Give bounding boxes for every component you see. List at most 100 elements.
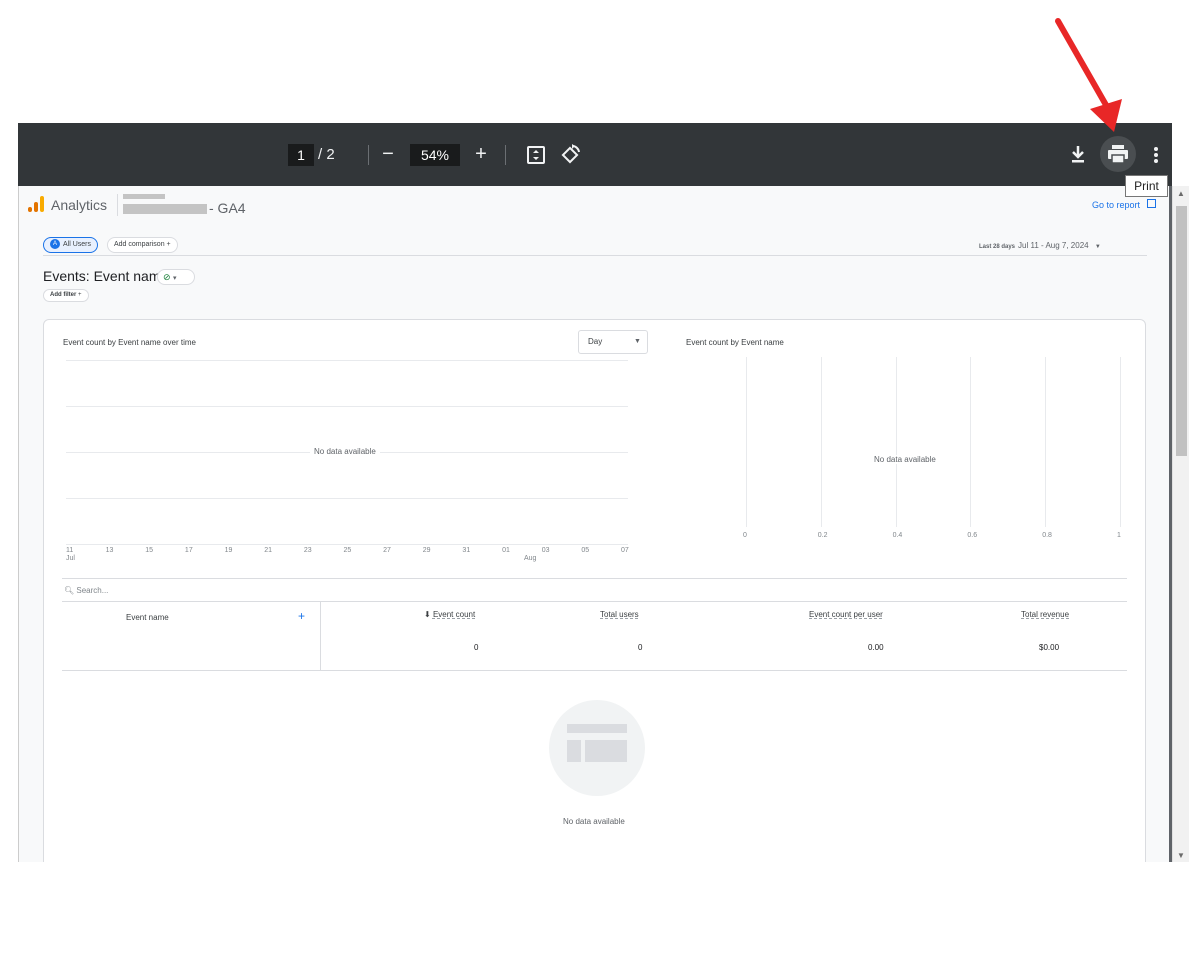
bar-chart-title: Event count by Event name xyxy=(686,338,784,347)
header-rule xyxy=(43,255,1147,256)
plus-icon: + xyxy=(78,292,82,298)
scroll-up-arrow-icon[interactable]: ▲ xyxy=(1177,189,1185,198)
property-suffix: - GA4 xyxy=(209,200,246,216)
zoom-input[interactable]: 54% xyxy=(410,144,460,166)
x-tick-label: 17 xyxy=(184,547,193,554)
bar-chart-gridline xyxy=(1120,357,1121,527)
x-tick-label: 29 xyxy=(422,547,431,554)
x-tick-label: 15 xyxy=(145,547,154,554)
gridline xyxy=(66,498,628,499)
line-chart-no-data: No data available xyxy=(310,447,380,456)
print-icon[interactable] xyxy=(1107,144,1129,164)
table-empty-text: No data available xyxy=(563,817,625,826)
rotate-icon[interactable] xyxy=(560,143,582,165)
more-vert-icon[interactable] xyxy=(1152,144,1160,166)
col-header-event-name[interactable]: Event name xyxy=(126,613,169,622)
col-header-event-count[interactable]: ⬇ Event count xyxy=(424,610,475,619)
search-input[interactable]: 🔍︎ Search... xyxy=(64,586,108,595)
x-tick-label: 03 xyxy=(541,547,550,554)
granularity-value: Day xyxy=(588,337,603,346)
fit-page-icon[interactable] xyxy=(526,145,546,165)
granularity-select[interactable]: Day ▼ xyxy=(578,330,648,354)
scroll-down-arrow-icon[interactable]: ▼ xyxy=(1177,851,1185,860)
vertical-scrollbar[interactable]: ▲ ▼ xyxy=(1172,186,1189,862)
plus-icon: + xyxy=(166,241,171,248)
document-viewport[interactable]: Analytics - GA4 Go to report A All Users … xyxy=(18,186,1172,862)
x-tick-label: 07 xyxy=(621,547,629,554)
analytics-logo-icon xyxy=(27,195,45,213)
redacted-account xyxy=(123,194,165,199)
toolbar-divider xyxy=(505,145,506,165)
bar-chart-gridline xyxy=(1045,357,1047,527)
bar-x-tick-label: 0.4 xyxy=(892,532,903,539)
total-event-count: 0 xyxy=(474,643,479,652)
bar-x-tick-label: 0.2 xyxy=(817,532,828,539)
total-users: 0 xyxy=(638,643,643,652)
gridline xyxy=(66,406,628,407)
column-divider xyxy=(320,601,321,670)
redacted-property xyxy=(123,204,207,214)
bar-chart-gridline xyxy=(746,357,747,527)
x-tick-label: 13 xyxy=(105,547,114,554)
month-label-jul: Jul xyxy=(66,555,75,562)
bar-chart-gridline xyxy=(895,357,897,527)
print-tooltip: Print xyxy=(1125,175,1168,197)
table-rule xyxy=(62,601,1127,602)
gridline xyxy=(66,544,628,545)
x-tick-label: 21 xyxy=(264,547,272,554)
add-filter-button[interactable]: Add filter + xyxy=(43,289,89,302)
date-range-value: Jul 11 - Aug 7, 2024 xyxy=(1018,241,1089,250)
x-tick-label: 31 xyxy=(462,547,471,554)
add-comparison-button[interactable]: Add comparison + xyxy=(107,237,178,253)
report-card: Event count by Event name over time Day ▼… xyxy=(43,319,1146,862)
chevron-down-icon: ▼ xyxy=(1094,244,1101,250)
x-tick-label: 27 xyxy=(383,547,391,554)
add-filter-label: Add filter xyxy=(50,292,77,298)
go-to-report-link[interactable]: Go to report xyxy=(1092,200,1140,210)
empty-state-illustration xyxy=(549,700,645,796)
x-tick-label: 23 xyxy=(303,547,312,554)
sort-desc-icon: ⬇ xyxy=(424,610,431,619)
table-rule xyxy=(62,578,1127,579)
bar-x-tick-label: 0 xyxy=(743,532,747,539)
annotation-arrow-icon xyxy=(1055,18,1122,132)
page-number-input[interactable]: 1 xyxy=(288,144,314,166)
total-revenue: $0.00 xyxy=(1039,643,1060,652)
bar-x-tick-label: 0.8 xyxy=(1042,532,1052,539)
verified-status-chip[interactable]: ⊘ ▾ xyxy=(157,269,195,285)
x-tick-label: 11 xyxy=(66,547,74,554)
bar-chart-gridline xyxy=(970,357,972,527)
toolbar-divider xyxy=(368,145,369,165)
col-header-event-count-label: Event count xyxy=(432,610,476,619)
line-chart-title: Event count by Event name over time xyxy=(63,338,196,347)
bar-chart-gridline xyxy=(820,357,822,527)
x-tick-label: 05 xyxy=(581,547,590,554)
x-tick-label: 01 xyxy=(502,547,510,554)
x-tick-label: 19 xyxy=(224,547,233,554)
external-link-icon[interactable] xyxy=(1147,199,1156,208)
page-title: Events: Event name xyxy=(43,268,169,284)
gridline xyxy=(66,360,628,361)
app-name: Analytics xyxy=(51,197,108,213)
col-header-total-revenue[interactable]: Total revenue xyxy=(1021,610,1069,619)
search-icon: 🔍︎ xyxy=(64,586,75,595)
all-users-label: All Users xyxy=(63,241,92,248)
segment-badge: A xyxy=(50,239,60,249)
chevron-down-icon: ▼ xyxy=(634,338,641,345)
pdf-toolbar: 1 / 2 − 54% + xyxy=(18,123,1172,186)
zoom-out-button[interactable]: − xyxy=(378,142,398,166)
add-dimension-button[interactable]: + xyxy=(298,609,305,623)
date-range-prefix: Last 28 days xyxy=(979,244,1016,250)
page-total: / 2 xyxy=(318,146,335,163)
table-rule xyxy=(62,670,1127,671)
zoom-in-button[interactable]: + xyxy=(471,142,491,166)
col-header-total-users[interactable]: Total users xyxy=(600,610,639,619)
scrollbar-thumb[interactable] xyxy=(1176,206,1187,456)
download-icon[interactable] xyxy=(1068,143,1088,165)
search-placeholder: Search... xyxy=(76,586,109,595)
all-users-chip[interactable]: A All Users xyxy=(43,237,99,253)
date-range-picker[interactable]: Last 28 days Jul 11 - Aug 7, 2024 ▼ xyxy=(979,241,1101,250)
pdf-page: Analytics - GA4 Go to report A All Users … xyxy=(19,186,1172,862)
bar-x-tick-label: 0.6 xyxy=(967,532,978,539)
col-header-event-count-per-user[interactable]: Event count per user xyxy=(809,610,883,619)
